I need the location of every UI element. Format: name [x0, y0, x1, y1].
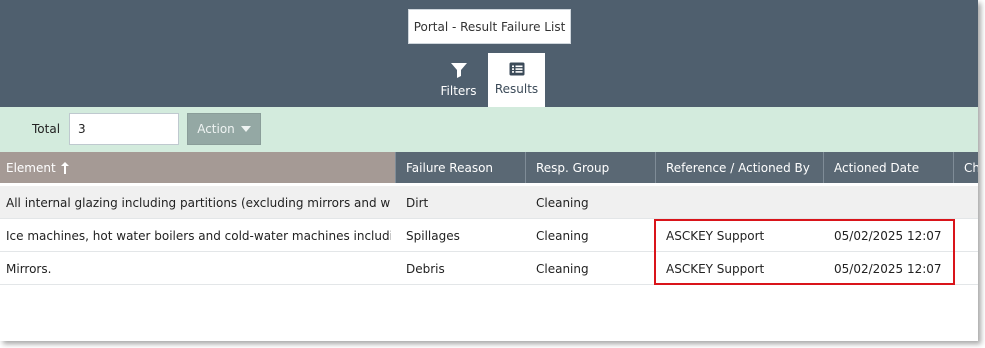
actioned-date-cell: 05/02/2025 12:07 — [834, 261, 942, 276]
action-dropdown-button[interactable]: Action — [187, 113, 261, 145]
column-header-label: Resp. Group — [536, 160, 610, 175]
tab-results[interactable]: Results — [488, 53, 545, 107]
column-header-reference-actioned-by[interactable]: Reference / Actioned By — [656, 152, 824, 183]
chevron-down-icon — [240, 126, 251, 132]
column-header-element[interactable]: Element — [0, 152, 396, 183]
filter-icon — [450, 62, 468, 81]
column-header-label: Ch — [964, 160, 978, 175]
table-row[interactable]: Mirrors. Debris Cleaning ASCKEY Support … — [0, 252, 978, 285]
tab-filters[interactable]: Filters — [430, 53, 487, 107]
column-header-label: Failure Reason — [406, 160, 494, 175]
table-row[interactable]: All internal glazing including partition… — [0, 186, 978, 219]
failure-reason-cell: Debris — [406, 261, 445, 276]
actioned-by-cell: ASCKEY Support — [666, 261, 765, 276]
failure-reason-cell: Spillages — [406, 228, 460, 243]
results-toolbar: Total Action — [0, 107, 978, 152]
actioned-by-cell — [666, 186, 821, 219]
tab-results-label: Results — [494, 82, 539, 96]
resp-group-cell: Cleaning — [536, 195, 589, 210]
resp-group-cell: Cleaning — [536, 228, 589, 243]
page-title: Portal - Result Failure List — [408, 9, 571, 44]
column-header-resp-group[interactable]: Resp. Group — [526, 152, 656, 183]
element-cell: Mirrors. — [6, 261, 52, 276]
action-button-label: Action — [197, 122, 235, 136]
failure-reason-cell: Dirt — [406, 195, 429, 210]
sort-up-arrow-icon — [60, 161, 69, 174]
column-header-failure-reason[interactable]: Failure Reason — [396, 152, 526, 183]
column-header-label: Element — [6, 160, 56, 175]
actioned-date-cell — [834, 186, 952, 219]
total-field[interactable] — [69, 113, 179, 145]
actioned-date-cell: 05/02/2025 12:07 — [834, 228, 942, 243]
total-label: Total — [32, 122, 61, 136]
tab-filters-label: Filters — [440, 84, 477, 98]
column-header-actioned-date[interactable]: Actioned Date — [824, 152, 954, 183]
app-window: Portal - Result Failure List Filters Res… — [0, 0, 978, 341]
element-cell: Ice machines, hot water boilers and cold… — [6, 228, 391, 243]
column-header-label: Actioned Date — [834, 160, 920, 175]
column-header-label: Reference / Actioned By — [666, 160, 810, 175]
list-icon — [509, 62, 525, 79]
resp-group-cell: Cleaning — [536, 261, 589, 276]
column-header-truncated[interactable]: Ch — [954, 152, 978, 183]
table-row[interactable]: Ice machines, hot water boilers and cold… — [0, 219, 978, 252]
actioned-by-cell: ASCKEY Support — [666, 228, 765, 243]
element-cell: All internal glazing including partition… — [6, 195, 391, 210]
top-bar: Portal - Result Failure List Filters Res… — [0, 0, 978, 107]
